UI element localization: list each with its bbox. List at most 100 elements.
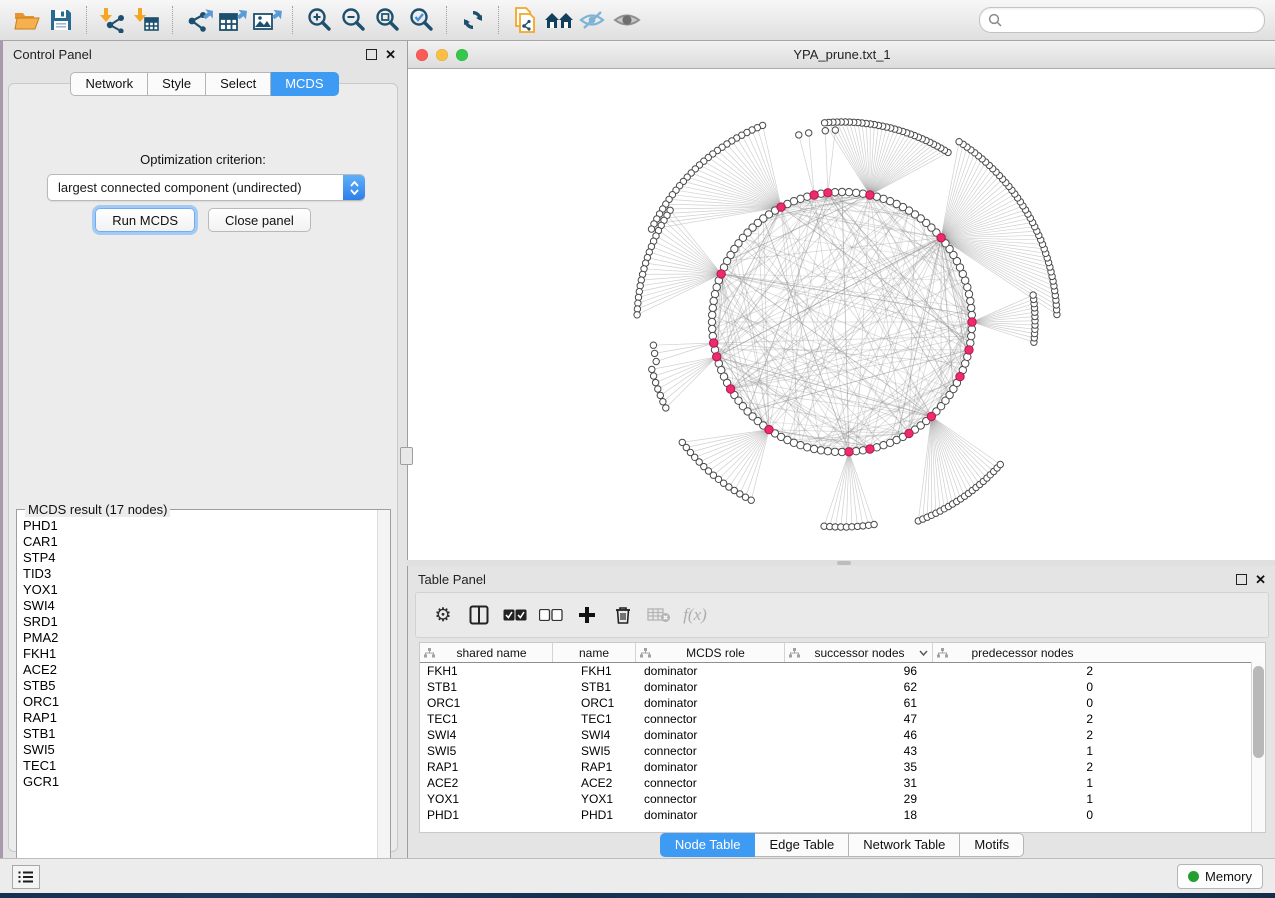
network-canvas[interactable] xyxy=(408,69,1275,561)
horizontal-splitter-grip[interactable] xyxy=(837,561,851,565)
mcds-result-item[interactable]: PMA2 xyxy=(23,630,377,646)
column-selector-icon[interactable] xyxy=(466,602,492,628)
network-node xyxy=(711,290,718,297)
export-table-button[interactable] xyxy=(216,4,250,36)
tab-network-table[interactable]: Network Table xyxy=(849,833,960,857)
network-mcds-node xyxy=(965,346,973,354)
search-input[interactable] xyxy=(1008,12,1256,29)
mcds-result-item[interactable]: YOX1 xyxy=(23,582,377,598)
close-panel-icon[interactable]: ✕ xyxy=(385,50,396,59)
node-table-header: shared name name MCDS role successor nod… xyxy=(420,643,1265,663)
tab-motifs[interactable]: Motifs xyxy=(960,833,1024,857)
delete-table-icon[interactable] xyxy=(646,602,672,628)
mcds-result-item[interactable]: SWI4 xyxy=(23,598,377,614)
tab-network[interactable]: Network xyxy=(70,72,148,96)
column-header-name[interactable]: name xyxy=(553,643,636,662)
open-file-button[interactable] xyxy=(10,4,44,36)
network-mcds-node xyxy=(710,339,718,347)
network-node xyxy=(967,297,974,304)
toolbar-separator xyxy=(498,6,500,34)
import-network-button[interactable] xyxy=(96,4,130,36)
clone-network-button[interactable] xyxy=(508,4,542,36)
zoom-out-button[interactable] xyxy=(336,4,370,36)
table-row[interactable]: YOX1YOX1connector291 xyxy=(420,791,1265,807)
mcds-result-item[interactable]: CAR1 xyxy=(23,534,377,550)
mcds-list-scrollbar[interactable] xyxy=(377,510,390,880)
table-row[interactable]: SWI5SWI5connector431 xyxy=(420,743,1265,759)
memory-button[interactable]: Memory xyxy=(1177,864,1263,889)
mcds-result-item[interactable]: ACE2 xyxy=(23,662,377,678)
function-builder-icon[interactable]: f(x) xyxy=(682,602,708,628)
vertical-splitter-grip[interactable] xyxy=(400,447,413,465)
delete-column-icon[interactable] xyxy=(610,602,636,628)
save-session-button[interactable] xyxy=(44,4,78,36)
network-leaf-node xyxy=(871,521,877,527)
table-scrollbar[interactable] xyxy=(1251,662,1265,832)
column-header-shared-name[interactable]: shared name xyxy=(420,643,553,662)
close-panel-icon[interactable]: ✕ xyxy=(1255,575,1266,584)
table-row[interactable]: SWI4SWI4dominator462 xyxy=(420,727,1265,743)
mcds-result-item[interactable]: STB1 xyxy=(23,726,377,742)
mcds-result-item[interactable]: SWI5 xyxy=(23,742,377,758)
mcds-result-item[interactable]: FKH1 xyxy=(23,646,377,662)
table-panel-titlebar: Table Panel ✕ xyxy=(408,566,1275,592)
deselect-all-icon[interactable] xyxy=(538,602,564,628)
mcds-result-item[interactable]: PHD1 xyxy=(23,518,377,534)
column-header-predecessor-nodes[interactable]: predecessor nodes xyxy=(933,643,1101,662)
network-mcds-node xyxy=(866,445,874,453)
task-history-button[interactable] xyxy=(12,865,40,889)
show-all-button[interactable] xyxy=(610,4,644,36)
control-panel-title: Control Panel xyxy=(13,47,92,62)
run-mcds-button[interactable]: Run MCDS xyxy=(95,208,195,232)
table-row[interactable]: RAP1RAP1dominator352 xyxy=(420,759,1265,775)
tab-edge-table[interactable]: Edge Table xyxy=(755,833,849,857)
criterion-dropdown[interactable]: largest connected component (undirected) xyxy=(47,174,365,201)
float-panel-icon[interactable] xyxy=(1236,574,1247,585)
table-row[interactable]: PHD1PHD1dominator180 xyxy=(420,807,1265,823)
select-all-icon[interactable] xyxy=(502,602,528,628)
zoom-fit-button[interactable] xyxy=(370,4,404,36)
mcds-result-item[interactable]: STB5 xyxy=(23,678,377,694)
mcds-result-item[interactable]: TEC1 xyxy=(23,758,377,774)
tab-select[interactable]: Select xyxy=(206,72,271,96)
mcds-result-item[interactable]: STP4 xyxy=(23,550,377,566)
table-cell: SWI5 xyxy=(420,744,553,758)
table-row[interactable]: STB1STB1dominator620 xyxy=(420,679,1265,695)
table-panel-title: Table Panel xyxy=(418,572,486,587)
network-leaf-node xyxy=(655,386,661,392)
network-leaf-node xyxy=(748,497,754,503)
zoom-in-button[interactable] xyxy=(302,4,336,36)
column-header-successor-nodes[interactable]: successor nodes xyxy=(785,643,933,662)
tab-mcds[interactable]: MCDS xyxy=(271,72,338,96)
mcds-result-item[interactable]: TID3 xyxy=(23,566,377,582)
export-image-button[interactable] xyxy=(250,4,284,36)
network-leaf-node xyxy=(796,132,802,138)
tab-style[interactable]: Style xyxy=(148,72,206,96)
table-row[interactable]: TEC1TEC1connector472 xyxy=(420,711,1265,727)
table-options-gear-icon[interactable]: ⚙ xyxy=(430,602,456,628)
float-panel-icon[interactable] xyxy=(366,49,377,60)
mcds-result-list[interactable]: PHD1CAR1STP4TID3YOX1SWI4SRD1PMA2FKH1ACE2… xyxy=(18,516,377,879)
table-scrollbar-thumb[interactable] xyxy=(1253,666,1264,758)
mcds-result-item[interactable]: SRD1 xyxy=(23,614,377,630)
hide-selected-button[interactable] xyxy=(576,4,610,36)
table-row[interactable]: FKH1FKH1dominator962 xyxy=(420,663,1265,679)
show-all-icon xyxy=(612,9,642,31)
add-column-icon[interactable] xyxy=(574,602,600,628)
table-cell: connector xyxy=(636,712,785,726)
table-row[interactable]: ACE2ACE2connector311 xyxy=(420,775,1265,791)
table-row[interactable]: ORC1ORC1dominator610 xyxy=(420,695,1265,711)
mcds-result-item[interactable]: GCR1 xyxy=(23,774,377,790)
export-network-button[interactable] xyxy=(182,4,216,36)
tab-node-table[interactable]: Node Table xyxy=(660,833,756,857)
column-header-mcds-role[interactable]: MCDS role xyxy=(636,643,785,662)
close-panel-button[interactable]: Close panel xyxy=(208,208,311,232)
first-neighbors-button[interactable] xyxy=(542,4,576,36)
mcds-result-item[interactable]: RAP1 xyxy=(23,710,377,726)
network-mcds-node xyxy=(713,353,721,361)
mcds-result-item[interactable]: ORC1 xyxy=(23,694,377,710)
refresh-view-button[interactable] xyxy=(456,4,490,36)
zoom-selected-button[interactable] xyxy=(404,4,438,36)
import-table-button[interactable] xyxy=(130,4,164,36)
network-node xyxy=(965,290,972,297)
